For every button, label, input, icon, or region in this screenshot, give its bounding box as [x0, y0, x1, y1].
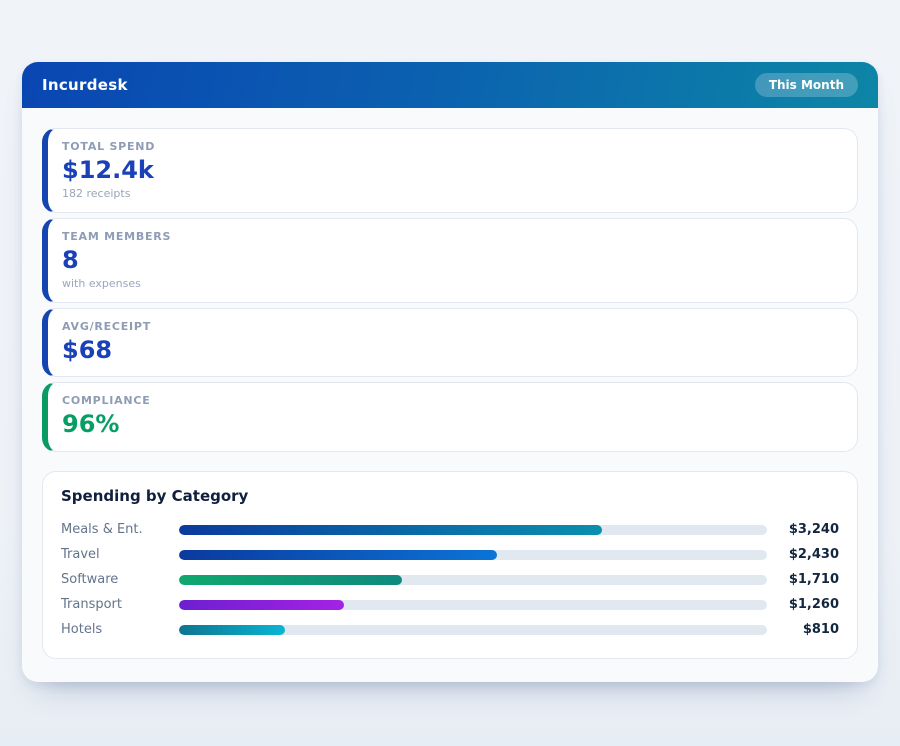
bar-value: $1,710 [767, 572, 839, 587]
dashboard-content: TOTAL SPEND $12.4k 182 receipts TEAM MEM… [22, 108, 878, 682]
stat-card-avg-receipt: AVG/RECEIPT $68 [42, 308, 858, 378]
bar-label: Travel [61, 547, 179, 562]
bar-row-transport: Transport $1,260 [61, 592, 839, 617]
spending-by-category-chart: Spending by Category Meals & Ent. $3,240… [42, 471, 858, 659]
app-title: Incurdesk [42, 76, 128, 94]
stat-card-team-members: TEAM MEMBERS 8 with expenses [42, 218, 858, 303]
stat-label: COMPLIANCE [62, 394, 841, 407]
bar-value: $1,260 [767, 597, 839, 612]
chart-title: Spending by Category [61, 487, 839, 505]
bar-track [179, 575, 767, 585]
bar-track [179, 625, 767, 635]
bar-row-software: Software $1,710 [61, 567, 839, 592]
stat-sub: with expenses [62, 277, 841, 290]
bar-label: Transport [61, 597, 179, 612]
stat-sub: 182 receipts [62, 187, 841, 200]
stat-label: TEAM MEMBERS [62, 230, 841, 243]
bar-track [179, 550, 767, 560]
period-badge[interactable]: This Month [755, 73, 858, 97]
bar-track [179, 525, 767, 535]
bar-value: $2,430 [767, 547, 839, 562]
dashboard-panel: Incurdesk This Month TOTAL SPEND $12.4k … [22, 62, 878, 682]
bar-value: $810 [767, 622, 839, 637]
bar-label: Software [61, 572, 179, 587]
stat-card-compliance: COMPLIANCE 96% [42, 382, 858, 452]
stat-value: $12.4k [62, 156, 841, 185]
bar-label: Meals & Ent. [61, 522, 179, 537]
bar-row-meals: Meals & Ent. $3,240 [61, 517, 839, 542]
bar-value: $3,240 [767, 522, 839, 537]
bar-row-travel: Travel $2,430 [61, 542, 839, 567]
bar-fill [179, 600, 344, 610]
bar-fill [179, 550, 497, 560]
bar-label: Hotels [61, 622, 179, 637]
stat-value: 96% [62, 410, 841, 439]
bar-track [179, 600, 767, 610]
bar-fill [179, 575, 402, 585]
stat-value: $68 [62, 336, 841, 365]
stat-card-total-spend: TOTAL SPEND $12.4k 182 receipts [42, 128, 858, 213]
app-header: Incurdesk This Month [22, 62, 878, 108]
stat-value: 8 [62, 246, 841, 275]
stat-label: TOTAL SPEND [62, 140, 841, 153]
bar-fill [179, 625, 285, 635]
stat-label: AVG/RECEIPT [62, 320, 841, 333]
bar-fill [179, 525, 602, 535]
bar-row-hotels: Hotels $810 [61, 617, 839, 642]
